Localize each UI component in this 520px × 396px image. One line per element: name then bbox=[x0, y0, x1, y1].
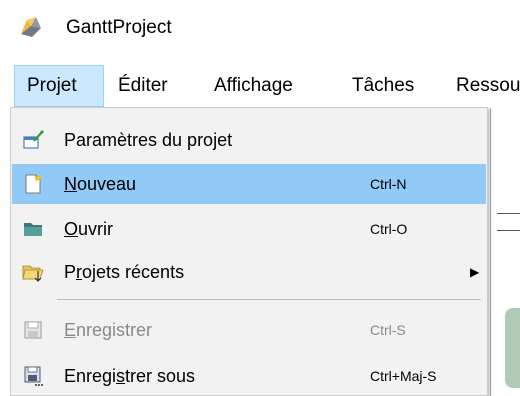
title-bar: GanttProject bbox=[0, 0, 520, 58]
menu-item-label: Enregistrer bbox=[64, 320, 153, 340]
menu-item-projets-recents[interactable]: Projets récents ▶ bbox=[12, 252, 486, 292]
menu-taches-label: Tâches bbox=[352, 75, 415, 96]
menu-item-label: Paramètres du projet bbox=[64, 130, 233, 150]
menu-item-shortcut: Ctrl-N bbox=[370, 176, 407, 192]
save-as-icon bbox=[24, 366, 43, 386]
menu-projet-label: Projet bbox=[27, 75, 77, 96]
ganttproject-logo-icon bbox=[21, 17, 41, 37]
submenu-arrow-icon: ▶ bbox=[470, 265, 480, 279]
menu-item-ouvrir[interactable]: Ouvrir Ctrl-O bbox=[12, 209, 486, 249]
menu-item-label: Ouvrir bbox=[64, 219, 114, 239]
menu-item-label: Projets récents bbox=[64, 262, 185, 282]
menu-separator bbox=[57, 299, 481, 300]
menu-item-shortcut: Ctrl-S bbox=[370, 322, 406, 338]
menu-item-label: Nouveau bbox=[64, 174, 137, 194]
menu-ressources[interactable]: Ressou bbox=[456, 65, 520, 107]
menu-affichage-label: Affichage bbox=[214, 75, 293, 96]
menu-item-enregistrer[interactable]: Enregistrer Ctrl-S bbox=[12, 310, 486, 350]
recent-projects-icon bbox=[22, 265, 44, 282]
menu-affichage[interactable]: Affichage bbox=[214, 65, 293, 107]
background-content bbox=[490, 108, 520, 396]
menu-item-shortcut: Ctrl-O bbox=[370, 221, 408, 237]
menu-taches[interactable]: Tâches bbox=[352, 65, 414, 107]
menu-item-enregistrer-sous[interactable]: Enregistrer sous Ctrl+Maj-S bbox=[12, 356, 486, 396]
menu-bar: Projet Éditer Affichage Tâches Ressou bbox=[0, 65, 520, 107]
menu-projet[interactable]: Projet bbox=[14, 65, 104, 107]
projet-dropdown-menu: Paramètres du projet Nouveau Ctrl-N Ouvr… bbox=[10, 107, 488, 396]
menu-item-project-settings[interactable]: Paramètres du projet bbox=[12, 120, 486, 160]
menu-item-nouveau[interactable]: Nouveau Ctrl-N bbox=[12, 164, 486, 204]
new-document-icon bbox=[25, 174, 42, 194]
save-icon bbox=[24, 321, 42, 339]
menu-editer[interactable]: Éditer bbox=[118, 65, 168, 107]
menu-ressources-label: Ressou bbox=[456, 75, 520, 96]
open-folder-icon bbox=[24, 223, 42, 236]
menu-item-shortcut: Ctrl+Maj-S bbox=[370, 368, 437, 384]
project-settings-icon bbox=[23, 130, 44, 149]
menu-item-label: Enregistrer sous bbox=[64, 366, 196, 386]
menu-editer-label: Éditer bbox=[118, 75, 168, 96]
app-title: GanttProject bbox=[66, 17, 172, 38]
